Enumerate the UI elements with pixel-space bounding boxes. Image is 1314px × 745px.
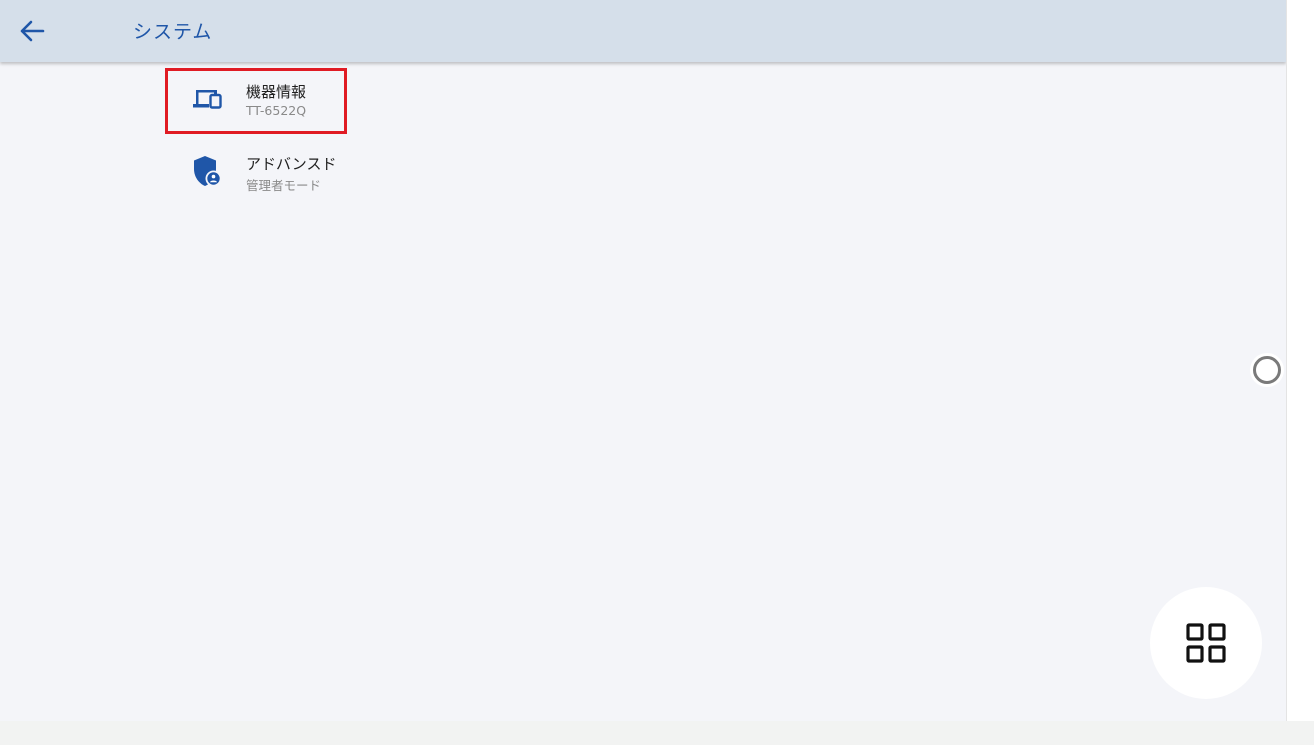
bottom-strip: [0, 721, 1314, 745]
assistive-touch-button[interactable]: [1250, 353, 1284, 387]
item-subtitle: 管理者モード: [246, 178, 322, 193]
item-title: 機器情報: [246, 83, 307, 101]
devices-icon: [190, 82, 224, 116]
apps-grid-button[interactable]: [1150, 587, 1262, 699]
page-title: システム: [133, 21, 213, 43]
back-button[interactable]: [14, 14, 50, 48]
assistive-touch-icon: [1253, 356, 1281, 384]
list-item-device-info[interactable]: 機器情報 TT-6522Q: [166, 70, 346, 132]
window-edge: [1286, 0, 1314, 721]
item-subtitle: TT-6522Q: [246, 103, 307, 118]
settings-screen: システム 機器情報 TT-6522Q アドバンスド 管理者モード: [0, 0, 1286, 721]
admin-shield-icon: [190, 154, 224, 188]
app-bar: システム: [0, 0, 1286, 62]
item-title: アドバンスド: [246, 155, 337, 173]
grid-apps-icon: [1186, 623, 1226, 663]
list-item-advanced[interactable]: アドバンスド 管理者モード: [166, 142, 346, 204]
arrow-left-icon: [20, 20, 45, 42]
